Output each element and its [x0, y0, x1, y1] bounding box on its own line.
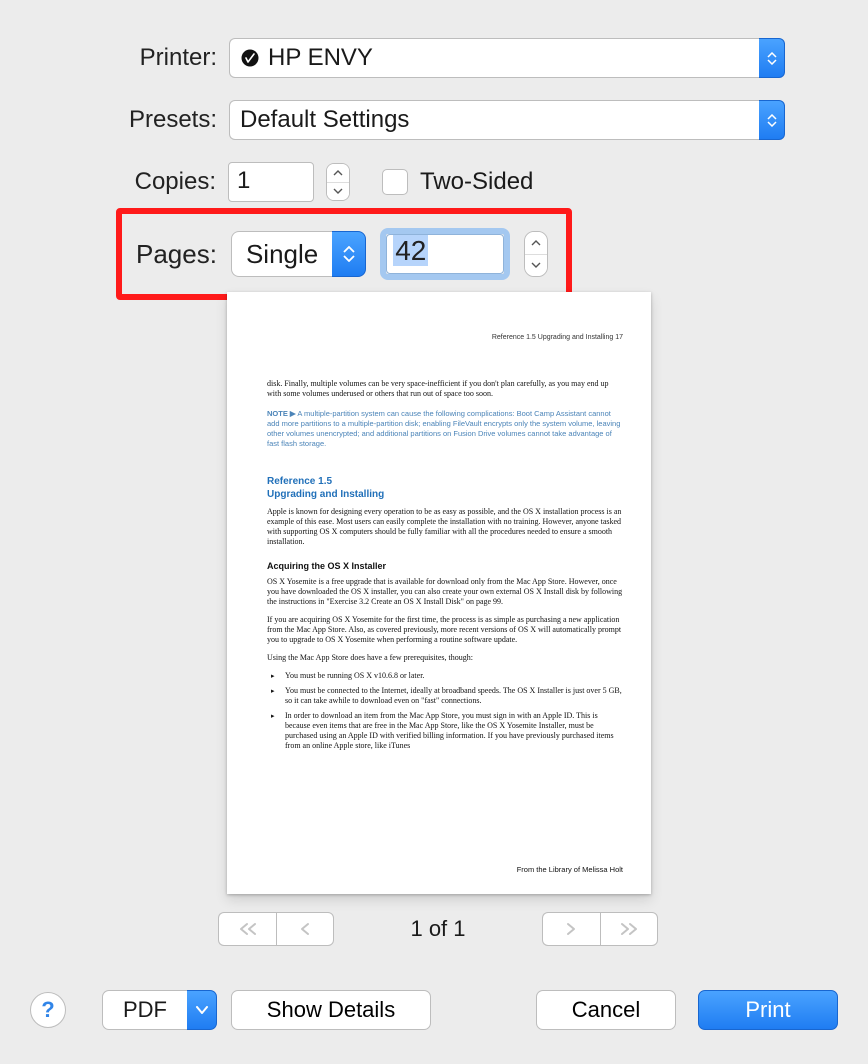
pdf-menu-arrow[interactable]: [187, 990, 217, 1030]
presets-label: Presets:: [121, 106, 217, 134]
preview-bullet: In order to download an item from the Ma…: [279, 711, 623, 751]
help-button[interactable]: ?: [30, 992, 66, 1028]
preview-footer: From the Library of Melissa Holt: [517, 865, 623, 874]
last-page-button[interactable]: [600, 912, 658, 946]
copies-step-down[interactable]: [327, 183, 349, 201]
copies-stepper[interactable]: [326, 163, 350, 201]
pages-stepper[interactable]: [524, 231, 548, 277]
show-details-button[interactable]: Show Details: [231, 990, 431, 1030]
copies-label: Copies:: [112, 168, 216, 196]
preview-section-body: Apple is known for designing every opera…: [267, 507, 623, 547]
prev-page-button[interactable]: [276, 912, 334, 946]
preview-sub-p3: Using the Mac App Store does have a few …: [267, 653, 623, 663]
presets-select-arrow[interactable]: [759, 100, 785, 140]
preview-header: Reference 1.5 Upgrading and Installing 1…: [267, 334, 623, 343]
preview-bullet: You must be running OS X v10.6.8 or late…: [279, 671, 623, 681]
first-page-button[interactable]: [218, 912, 276, 946]
two-sided-checkbox[interactable]: [382, 169, 408, 195]
pdf-menu-button[interactable]: PDF: [102, 990, 187, 1030]
preview-note: NOTE ▶ A multiple-partition system can c…: [267, 409, 623, 450]
preview-sub-p2: If you are acquiring OS X Yosemite for t…: [267, 615, 623, 645]
pages-step-up[interactable]: [525, 232, 547, 255]
preview-subhead: Acquiring the OS X Installer: [267, 561, 623, 572]
pages-highlight: Pages: Single 42: [116, 208, 572, 300]
pages-step-down[interactable]: [525, 255, 547, 277]
preview-nav-back-group: [218, 912, 334, 946]
pages-label: Pages:: [136, 239, 217, 270]
presets-value: Default Settings: [240, 106, 409, 134]
pages-number-input[interactable]: 42: [386, 234, 504, 274]
printer-status-icon: [240, 48, 260, 68]
preview-nav-forward-group: [542, 912, 658, 946]
preview-bullet: You must be connected to the Internet, i…: [279, 686, 623, 706]
copies-step-up[interactable]: [327, 164, 349, 183]
pages-mode-arrow[interactable]: [332, 231, 366, 277]
print-preview: Reference 1.5 Upgrading and Installing 1…: [227, 292, 651, 894]
preview-bullets: You must be running OS X v10.6.8 or late…: [267, 671, 623, 751]
printer-name: HP ENVY: [268, 44, 373, 72]
printer-label: Printer:: [121, 44, 217, 72]
preview-lead: disk. Finally, multiple volumes can be v…: [267, 379, 623, 399]
pages-mode-select[interactable]: Single: [231, 231, 332, 277]
page-indicator: 1 of 1: [410, 916, 465, 942]
printer-select-arrow[interactable]: [759, 38, 785, 78]
print-button[interactable]: Print: [698, 990, 838, 1030]
two-sided-label: Two-Sided: [420, 168, 533, 196]
presets-select[interactable]: Default Settings: [229, 100, 759, 140]
next-page-button[interactable]: [542, 912, 600, 946]
copies-input[interactable]: 1: [228, 162, 314, 202]
preview-sub-p1: OS X Yosemite is a free upgrade that is …: [267, 577, 623, 607]
preview-section-heading: Reference 1.5 Upgrading and Installing: [267, 475, 623, 501]
printer-select[interactable]: HP ENVY: [229, 38, 759, 78]
cancel-button[interactable]: Cancel: [536, 990, 676, 1030]
